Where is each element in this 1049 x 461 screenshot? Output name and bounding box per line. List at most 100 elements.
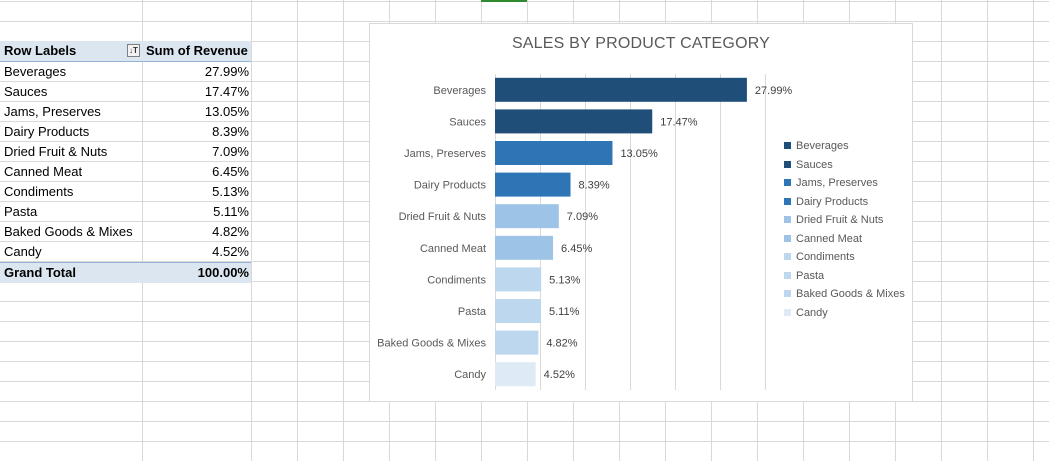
category-tick-label: Baked Goods & Mixes bbox=[377, 338, 486, 350]
legend-swatch bbox=[784, 216, 791, 223]
pivot-row-label[interactable]: Pasta bbox=[4, 202, 37, 222]
bar[interactable] bbox=[495, 109, 653, 134]
bar[interactable] bbox=[495, 172, 571, 197]
data-label: 17.47% bbox=[660, 116, 698, 128]
legend-item[interactable]: Beverages bbox=[784, 137, 905, 156]
bar[interactable] bbox=[495, 77, 747, 102]
pivot-row-value[interactable]: 27.99% bbox=[205, 62, 249, 82]
legend-item[interactable]: Baked Goods & Mixes bbox=[784, 285, 905, 304]
pivot-row: Sauces 17.47% bbox=[0, 82, 251, 102]
pivot-row-value[interactable]: 6.45% bbox=[212, 162, 249, 182]
legend-item[interactable]: Pasta bbox=[784, 267, 905, 286]
grand-total-label[interactable]: Grand Total bbox=[4, 263, 76, 283]
legend-item[interactable]: Jams, Preserves bbox=[784, 174, 905, 193]
legend-item[interactable]: Candy bbox=[784, 304, 905, 323]
pivot-row: Condiments 5.13% bbox=[0, 182, 251, 202]
pivot-row: Beverages 27.99% bbox=[0, 62, 251, 82]
pivot-row: Jams, Preserves 13.05% bbox=[0, 102, 251, 122]
legend-label: Canned Meat bbox=[796, 232, 863, 245]
legend-label: Dairy Products bbox=[796, 195, 869, 208]
bar[interactable] bbox=[495, 362, 536, 387]
category-tick-label: Beverages bbox=[433, 85, 486, 97]
legend-label: Beverages bbox=[796, 140, 849, 152]
pivot-row: Dried Fruit & Nuts 7.09% bbox=[0, 142, 251, 162]
category-tick-label: Sauces bbox=[449, 116, 486, 128]
data-label: 5.13% bbox=[549, 274, 580, 286]
bar[interactable] bbox=[495, 267, 542, 292]
category-tick-label: Canned Meat bbox=[420, 243, 486, 255]
data-label: 13.05% bbox=[620, 148, 658, 160]
bar[interactable] bbox=[495, 330, 539, 355]
category-tick-label: Dairy Products bbox=[414, 180, 487, 192]
legend-swatch bbox=[784, 197, 791, 205]
pivot-row-value[interactable]: 13.05% bbox=[205, 102, 249, 122]
bar[interactable] bbox=[495, 141, 613, 165]
pivot-row-value[interactable]: 4.52% bbox=[212, 242, 249, 262]
legend-label: Pasta bbox=[796, 269, 825, 282]
pivot-row-label[interactable]: Jams, Preserves bbox=[4, 102, 101, 122]
bar[interactable] bbox=[495, 204, 559, 229]
category-tick-label: Condiments bbox=[427, 274, 486, 286]
legend-item[interactable]: Dried Fruit & Nuts bbox=[784, 211, 905, 230]
pivot-body: Beverages 27.99% Sauces 17.47% Jams, Preserv… bbox=[0, 62, 251, 262]
pivot-row: Candy 4.52% bbox=[0, 242, 251, 262]
pivot-header-row: Row Labels ↓T Sum of Revenue bbox=[0, 41, 251, 62]
legend-label: Condiments bbox=[796, 251, 855, 263]
pivot-row-value[interactable]: 7.09% bbox=[212, 142, 249, 162]
data-label: 8.39% bbox=[579, 180, 610, 192]
category-tick-label: Dried Fruit & Nuts bbox=[399, 211, 487, 223]
data-label: 4.52% bbox=[544, 369, 575, 381]
row-labels-header[interactable]: Row Labels bbox=[4, 41, 76, 61]
data-label: 6.45% bbox=[561, 243, 592, 255]
legend-item[interactable]: Dairy Products bbox=[784, 193, 905, 212]
chart-legend[interactable]: Beverages Sauces Jams, Preserves Dairy Prod… bbox=[784, 137, 905, 322]
grand-total-row: Grand Total 100.00% bbox=[0, 262, 251, 283]
legend-label: Dried Fruit & Nuts bbox=[796, 214, 884, 226]
data-label: 7.09% bbox=[567, 211, 598, 223]
legend-swatch bbox=[784, 142, 791, 149]
pivot-row-label[interactable]: Canned Meat bbox=[4, 162, 82, 182]
filter-sort-icon[interactable]: ↓T bbox=[127, 44, 140, 57]
pivot-row-label[interactable]: Beverages bbox=[4, 62, 66, 82]
pivot-row-value[interactable]: 5.11% bbox=[213, 202, 249, 222]
pivot-row-label[interactable]: Dried Fruit & Nuts bbox=[4, 142, 107, 162]
pivot-row-label[interactable]: Dairy Products bbox=[4, 122, 89, 142]
data-label: 4.82% bbox=[546, 338, 577, 350]
data-label: 5.11% bbox=[549, 306, 580, 318]
bar[interactable] bbox=[495, 299, 541, 323]
legend-swatch bbox=[784, 253, 791, 260]
pivot-row-label[interactable]: Condiments bbox=[4, 182, 73, 202]
legend-swatch bbox=[784, 160, 791, 168]
legend-swatch bbox=[784, 234, 791, 242]
pivot-table[interactable]: Row Labels ↓T Sum of Revenue Beverages 27… bbox=[0, 41, 251, 283]
bar[interactable] bbox=[495, 235, 554, 260]
grand-total-value[interactable]: 100.00% bbox=[198, 263, 249, 283]
pivot-row-value[interactable]: 5.13% bbox=[212, 182, 249, 202]
legend-swatch bbox=[784, 271, 791, 279]
pivot-row: Baked Goods & Mixes 4.82% bbox=[0, 222, 251, 242]
legend-label: Jams, Preserves bbox=[796, 177, 878, 189]
legend-item[interactable]: Canned Meat bbox=[784, 230, 905, 249]
selected-column-marker bbox=[481, 0, 527, 2]
pivot-row: Canned Meat 6.45% bbox=[0, 162, 251, 182]
legend-swatch bbox=[784, 179, 791, 186]
pivot-row-label[interactable]: Sauces bbox=[4, 82, 47, 102]
pivot-row-value[interactable]: 8.39% bbox=[212, 122, 249, 142]
pivot-row-value[interactable]: 17.47% bbox=[205, 82, 249, 102]
pivot-row-label[interactable]: Baked Goods & Mixes bbox=[4, 222, 133, 242]
legend-label: Baked Goods & Mixes bbox=[796, 288, 905, 300]
legend-label: Sauces bbox=[796, 158, 833, 171]
sales-chart[interactable]: SALES BY PRODUCT CATEGORY Beverages 27.99… bbox=[369, 23, 913, 402]
legend-label: Candy bbox=[796, 306, 828, 319]
pivot-row: Pasta 5.11% bbox=[0, 202, 251, 222]
legend-swatch bbox=[784, 290, 791, 297]
category-tick-label: Pasta bbox=[458, 306, 487, 318]
data-label: 27.99% bbox=[755, 85, 793, 97]
pivot-row-value[interactable]: 4.82% bbox=[212, 222, 249, 242]
category-tick-label: Jams, Preserves bbox=[404, 148, 486, 160]
legend-item[interactable]: Sauces bbox=[784, 156, 905, 175]
pivot-row: Dairy Products 8.39% bbox=[0, 122, 251, 142]
pivot-row-label[interactable]: Candy bbox=[4, 242, 42, 262]
legend-item[interactable]: Condiments bbox=[784, 248, 905, 267]
sum-of-revenue-header[interactable]: Sum of Revenue bbox=[146, 41, 248, 61]
